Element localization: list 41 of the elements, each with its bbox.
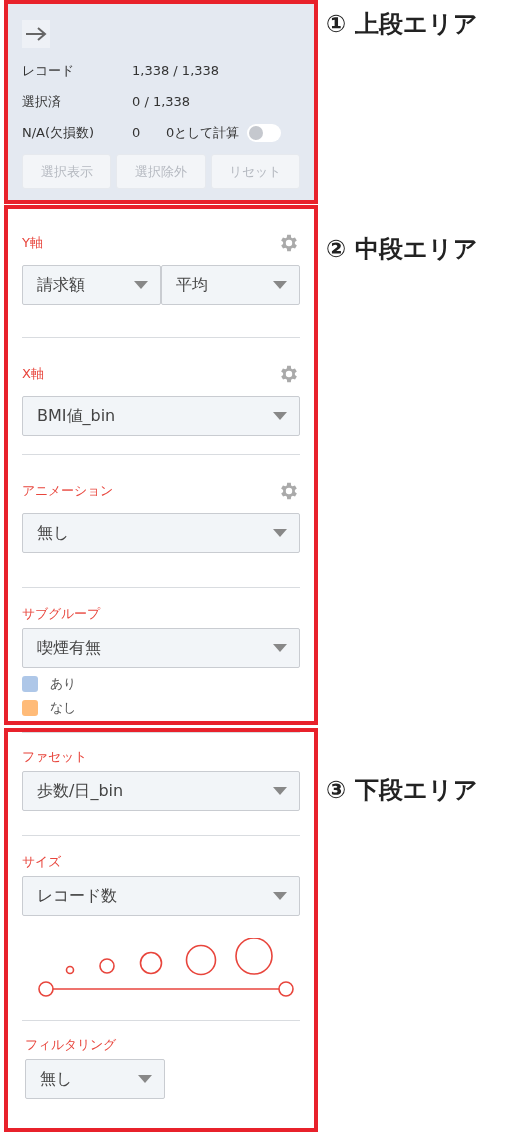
stat-value: 0 [132,125,142,140]
gear-icon[interactable] [278,232,300,254]
dropdown-select[interactable]: レコード数 [22,876,300,916]
dropdown-select[interactable]: 請求額 [22,265,161,305]
legend-label: あり [50,675,76,693]
caret-icon [273,281,287,289]
area-label: ② 中段エリア [326,234,478,265]
caret-icon [273,787,287,795]
section-title: X軸 [22,365,44,383]
stat-value: 0 / 1,338 [132,94,191,109]
caret-icon [134,281,148,289]
gear-icon[interactable] [278,480,300,502]
toggle-label: 0として計算 [166,123,240,142]
section-title: アニメーション [22,482,113,500]
forward-button[interactable] [22,20,50,48]
legend-label: なし [50,699,76,717]
stat-label: N/A(欠損数) [22,123,96,142]
area-label: ③ 下段エリア [326,775,478,806]
dropdown-select[interactable]: BMI値_bin [22,396,300,436]
dropdown-select[interactable]: 無し [25,1059,165,1099]
caret-icon [273,892,287,900]
section-title: サブグループ [22,605,100,623]
dropdown-select[interactable]: 喫煙有無 [22,628,300,668]
dropdown-select[interactable]: 無し [22,513,300,553]
caret-icon [273,529,287,537]
section-title: Y軸 [22,234,43,252]
gear-icon[interactable] [278,363,300,385]
section-title: フィルタリング [25,1036,116,1054]
dropdown-select[interactable]: 歩数/日_bin [22,771,300,811]
area-label: ① 上段エリア [326,9,478,40]
section-title: サイズ [22,853,61,871]
caret-icon [273,644,287,652]
section-title: ファセット [22,748,87,766]
dropdown-select[interactable]: 平均 [161,265,300,305]
caret-icon [138,1075,152,1083]
stat-label: レコード [22,61,75,80]
arrow-right-icon [25,27,47,41]
stat-value: 1,338 / 1,338 [132,63,220,78]
stat-label: 選択済 [22,92,62,111]
caret-icon [273,412,287,420]
toggle-switch[interactable] [247,123,282,142]
